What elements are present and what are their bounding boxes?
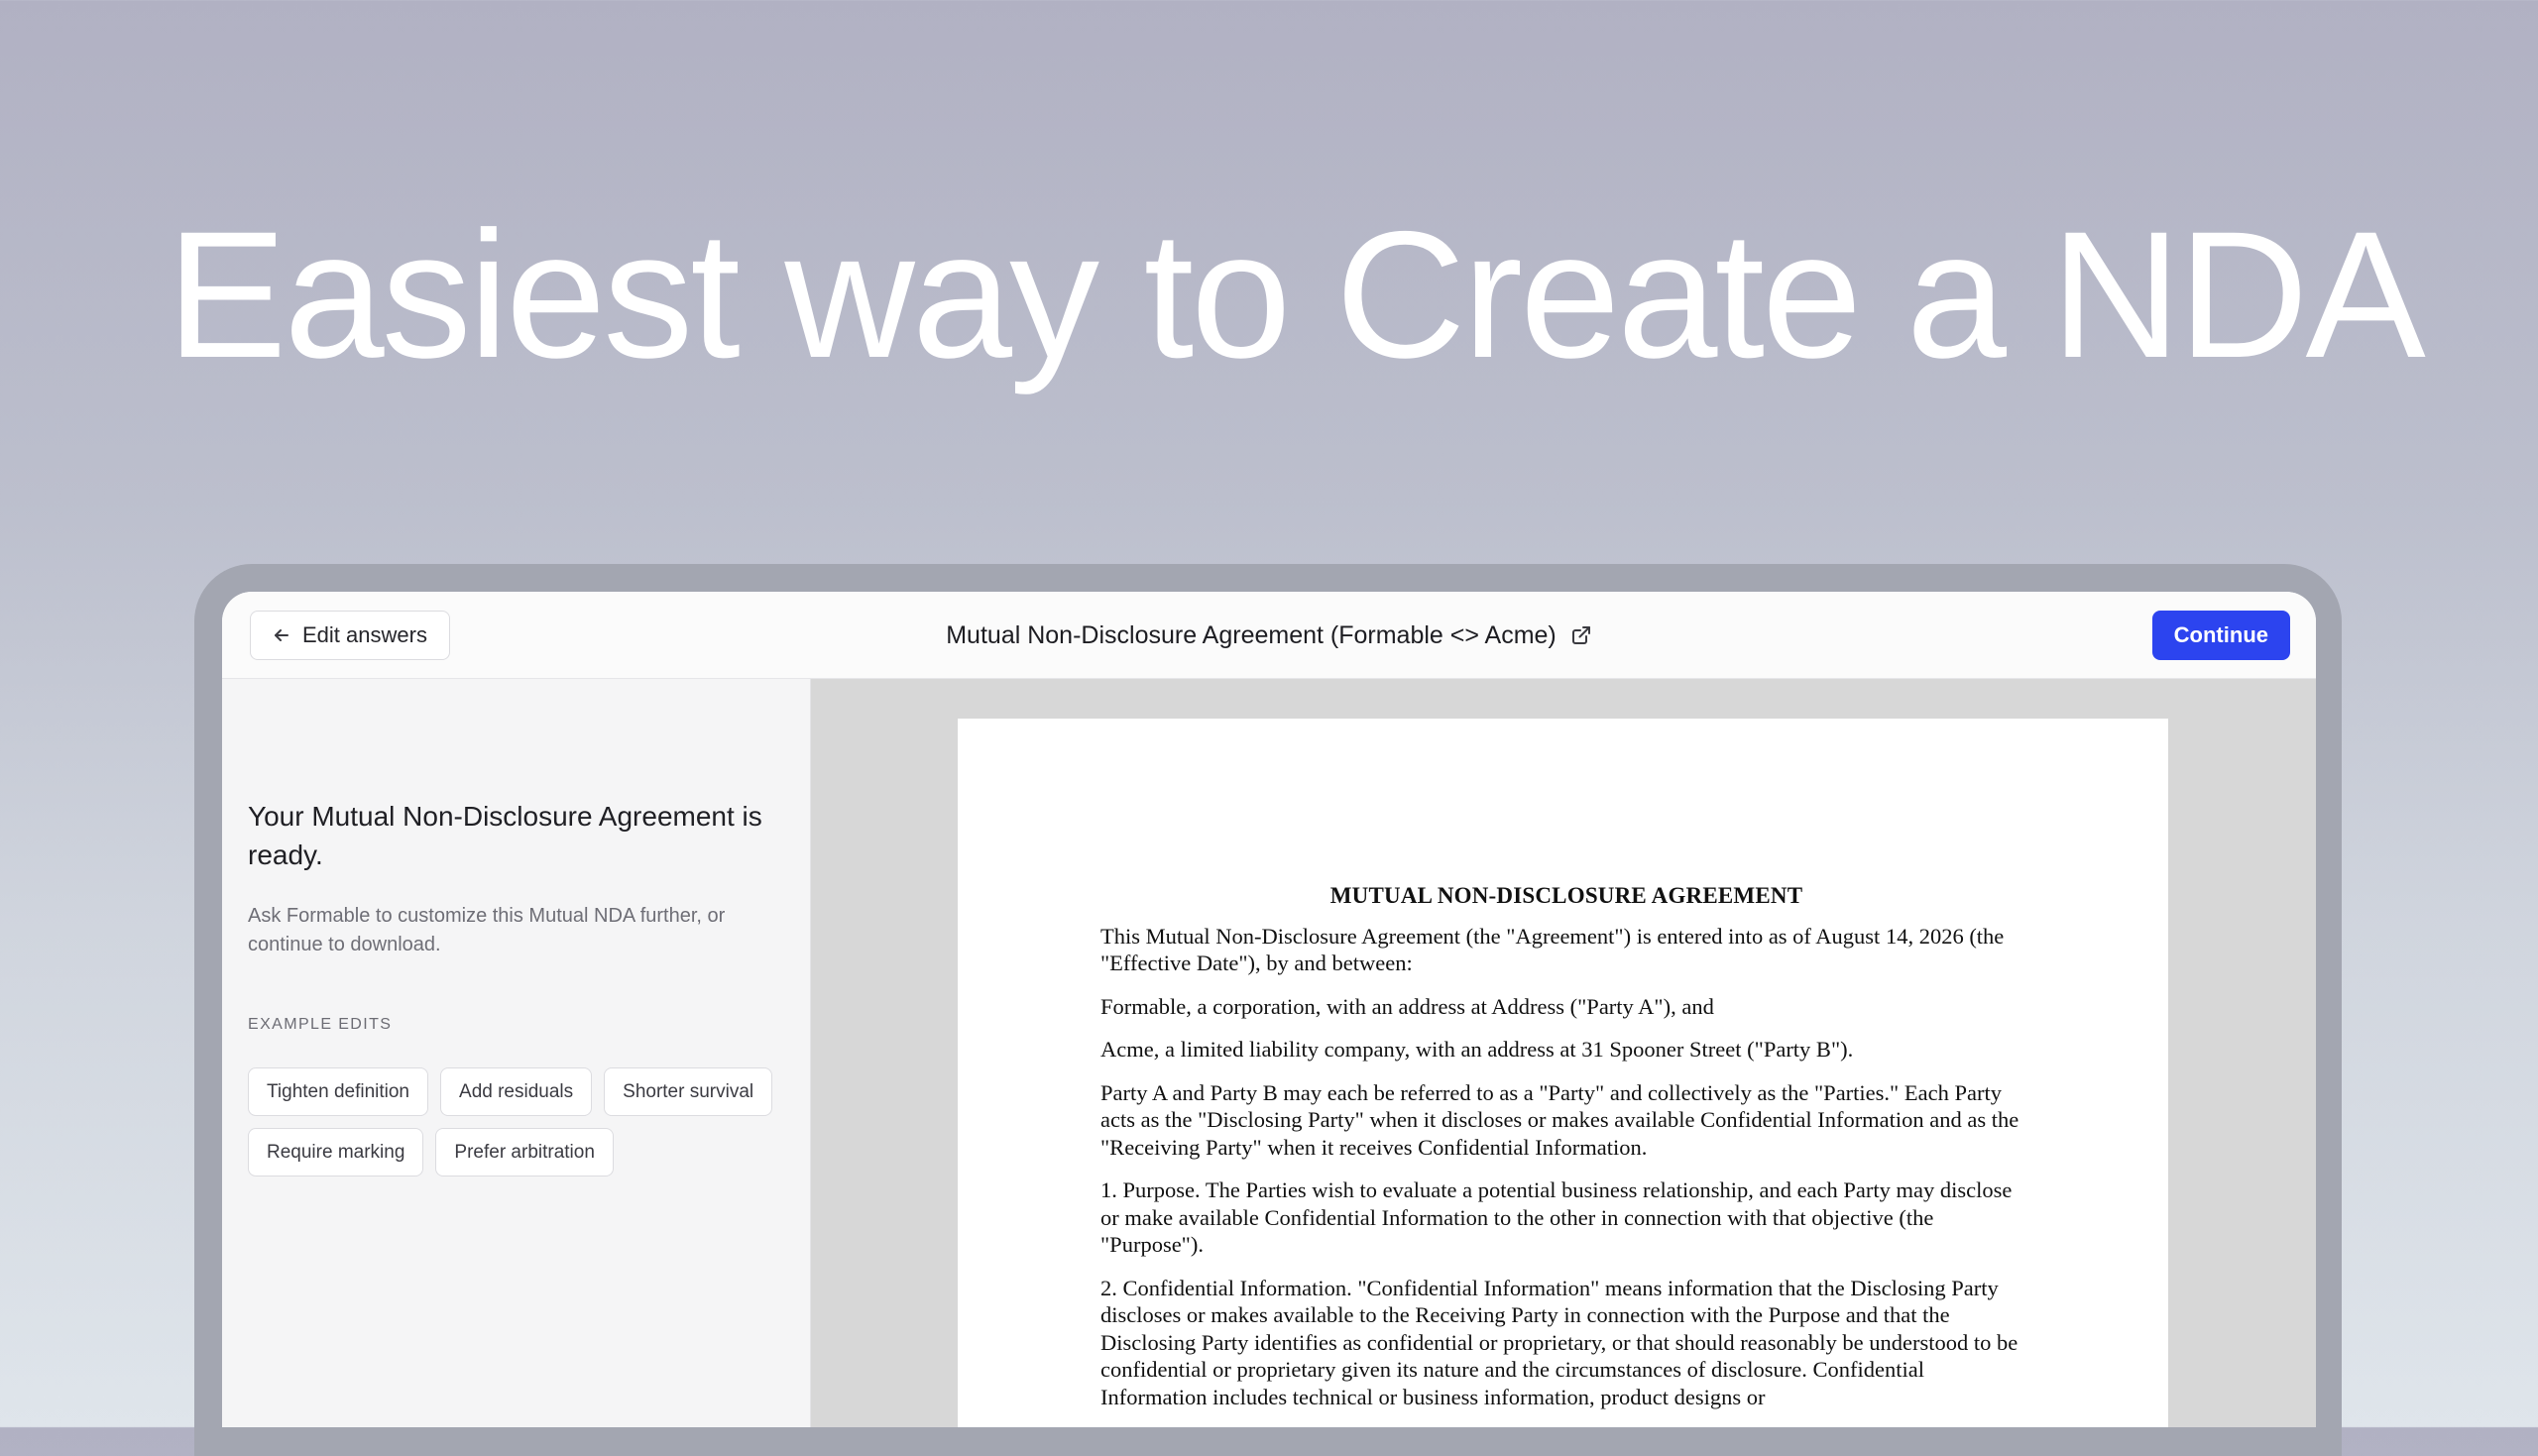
chip-add-residuals[interactable]: Add residuals: [440, 1067, 593, 1116]
chip-prefer-arbitration[interactable]: Prefer arbitration: [435, 1128, 614, 1176]
document-title: Mutual Non-Disclosure Agreement (Formabl…: [946, 620, 1557, 649]
example-edits-label: EXAMPLE EDITS: [248, 1016, 393, 1033]
doc-paragraph-party-b: Acme, a limited liability company, with …: [1100, 1037, 1854, 1062]
document-page: MUTUAL NON-DISCLOSURE AGREEMENT This Mut…: [958, 719, 2168, 1427]
edit-answers-button[interactable]: Edit answers: [250, 611, 450, 660]
chip-require-marking[interactable]: Require marking: [248, 1128, 424, 1176]
chip-shorter-survival[interactable]: Shorter survival: [604, 1067, 773, 1116]
doc-paragraph-purpose: 1. Purpose. The Parties wish to evaluate…: [1100, 1177, 2013, 1257]
hero-title: Easiest way to Create a NDA: [167, 193, 2426, 395]
app-window: Edit answers Mutual Non-Disclosure Agree…: [222, 592, 2316, 1427]
doc-paragraph-parties: Party A and Party B may each be referred…: [1100, 1079, 2019, 1160]
sidebar: Your Mutual Non-Disclosure Agreement is …: [222, 679, 811, 1427]
document-heading: MUTUAL NON-DISCLOSURE AGREEMENT: [1329, 883, 1803, 908]
document-title-group: Mutual Non-Disclosure Agreement (Formabl…: [222, 592, 2316, 679]
arrow-left-icon: [273, 626, 290, 644]
document-body: MUTUAL NON-DISCLOSURE AGREEMENT This Mut…: [1100, 882, 2032, 1426]
doc-paragraph-party-a: Formable, a corporation, with an address…: [1100, 993, 1714, 1019]
doc-paragraph-intro: This Mutual Non-Disclosure Agreement (th…: [1100, 923, 2005, 976]
example-edits-chips: Tighten definition Add residuals Shorter…: [248, 1067, 803, 1176]
document-viewer[interactable]: MUTUAL NON-DISCLOSURE AGREEMENT This Mut…: [811, 679, 2316, 1427]
sidebar-heading: Your Mutual Non-Disclosure Agreement is …: [248, 801, 762, 870]
top-bar: Edit answers Mutual Non-Disclosure Agree…: [222, 592, 2316, 679]
sidebar-description: Ask Formable to customize this Mutual ND…: [248, 905, 726, 955]
external-link-icon[interactable]: [1570, 624, 1592, 646]
edit-answers-label: Edit answers: [302, 622, 427, 647]
chip-tighten-definition[interactable]: Tighten definition: [248, 1067, 429, 1116]
doc-paragraph-confidential-info: 2. Confidential Information. "Confidenti…: [1100, 1275, 2019, 1409]
continue-button[interactable]: Continue: [2151, 611, 2290, 660]
